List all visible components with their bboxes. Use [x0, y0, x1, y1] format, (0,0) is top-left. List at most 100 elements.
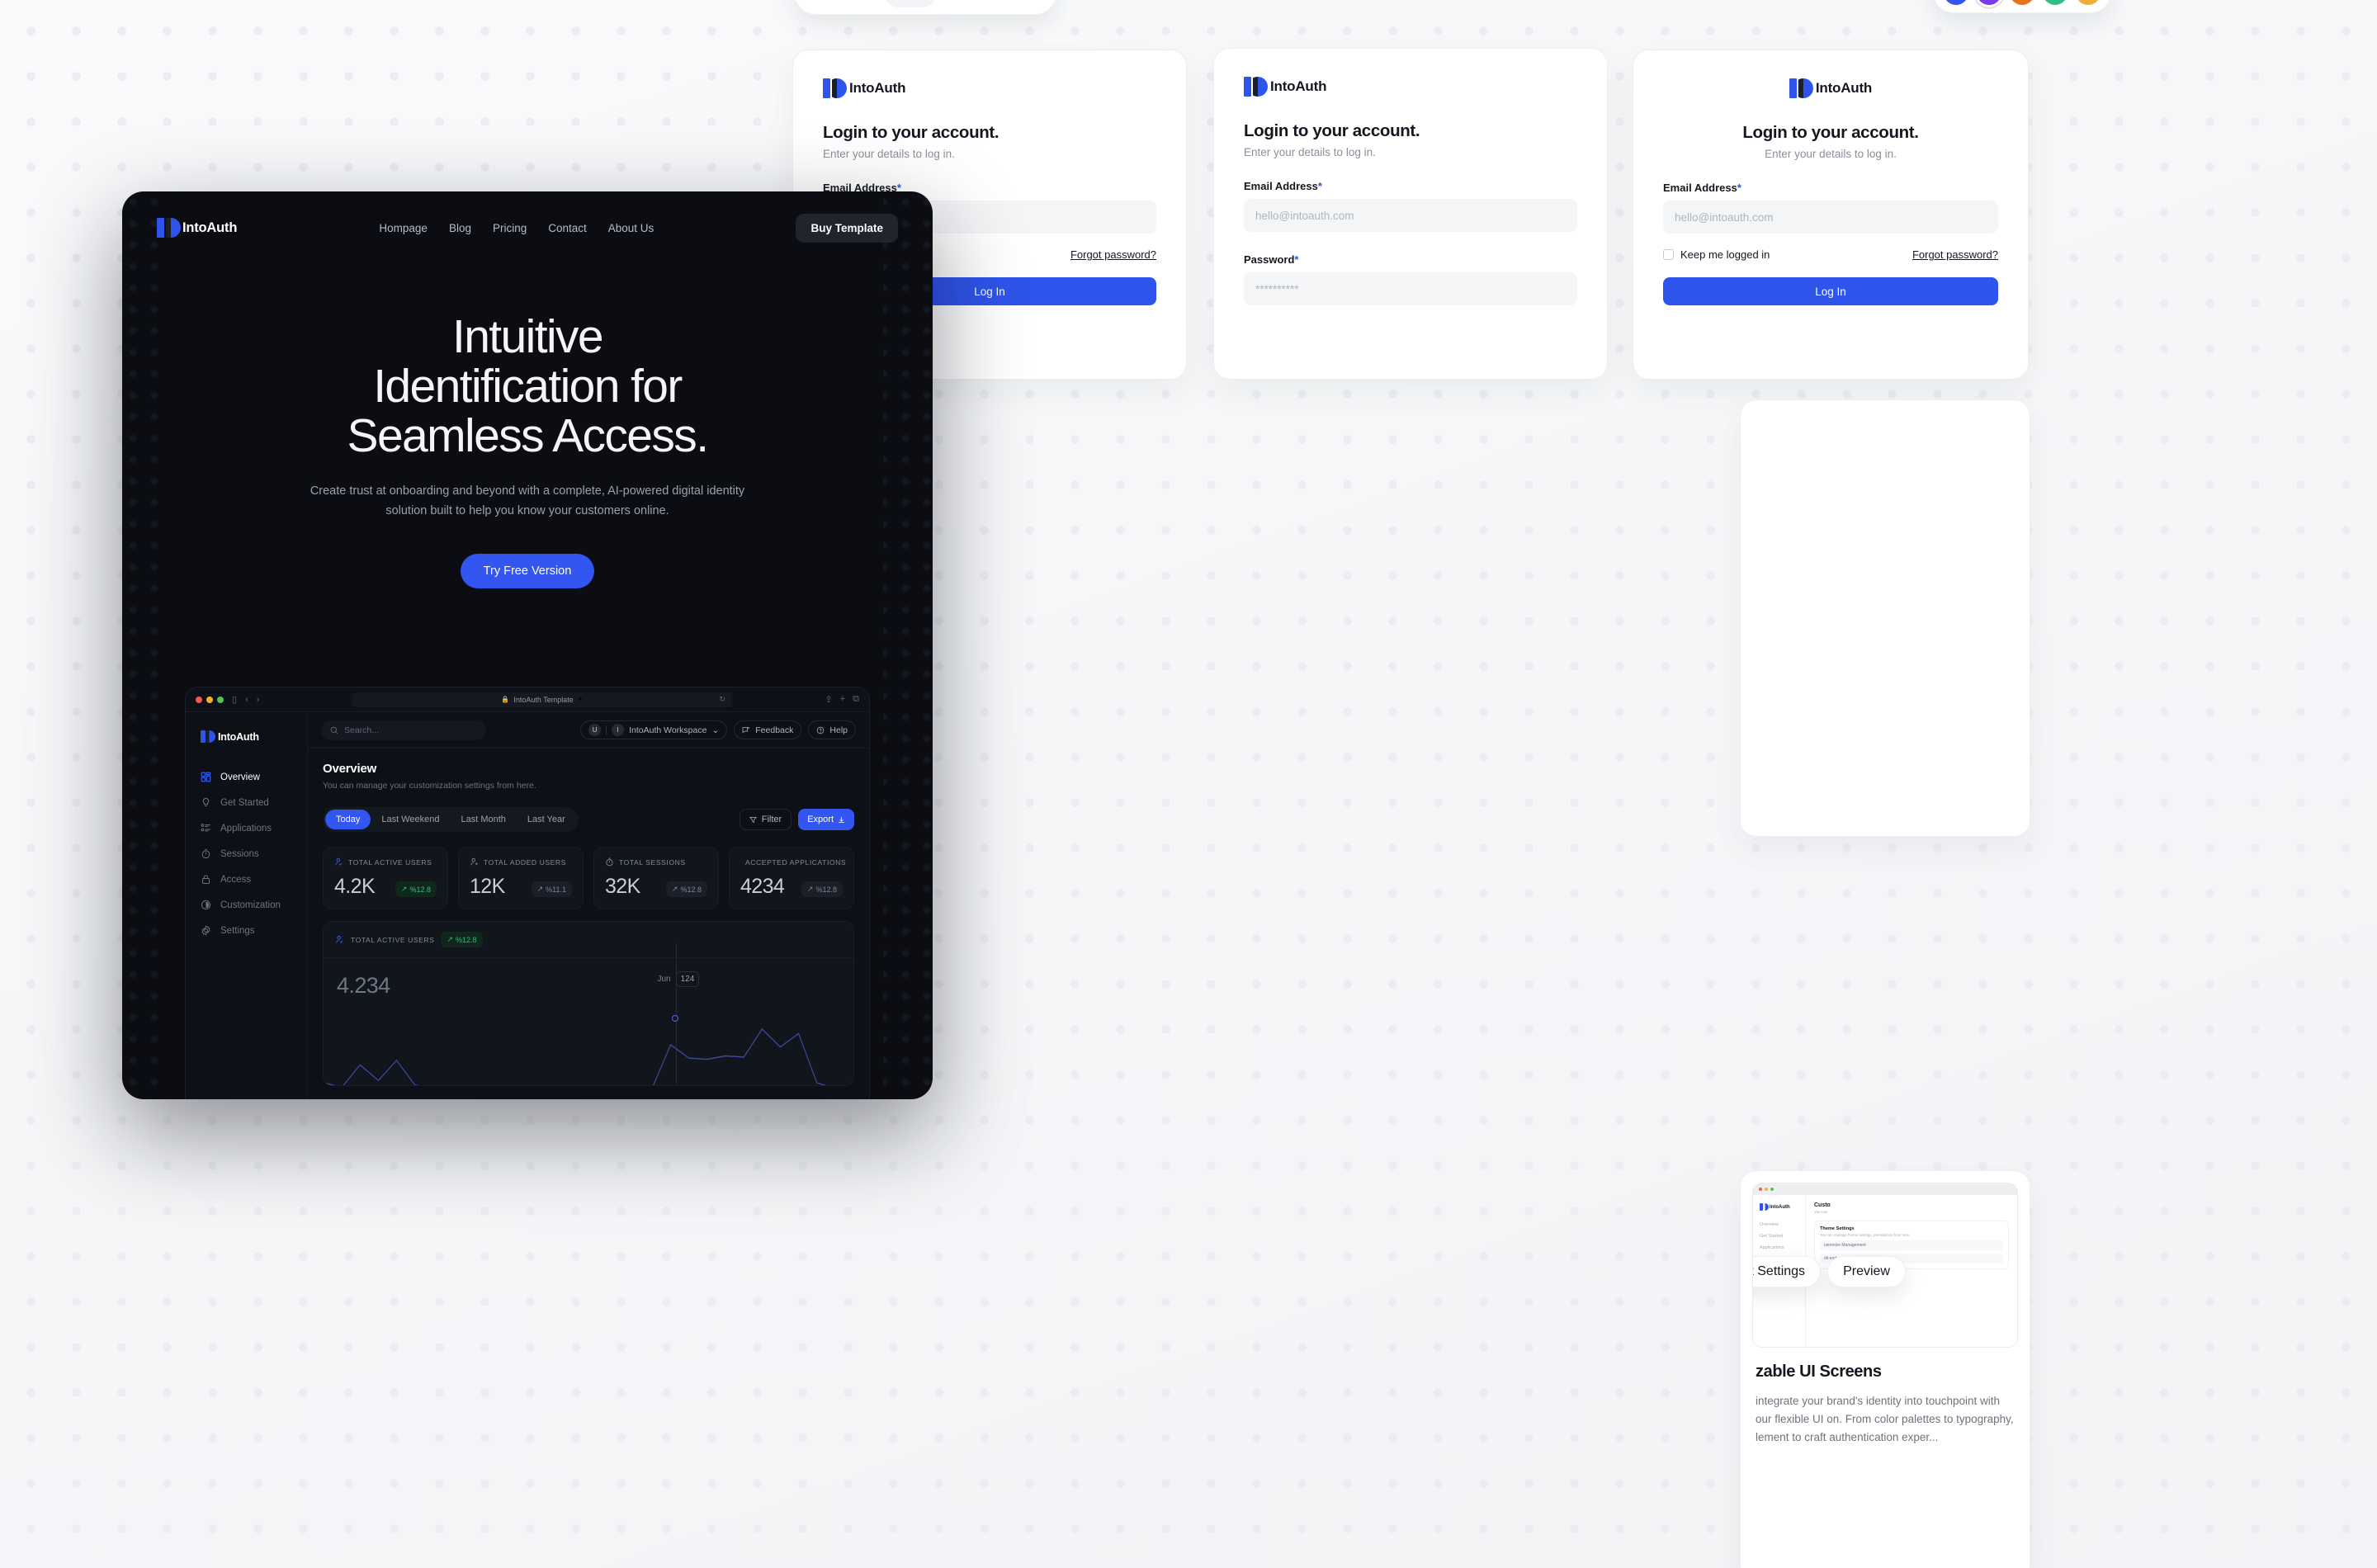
try-free-version-button[interactable]: Try Free Version [460, 554, 595, 589]
options-row: Keep me logged in Forgot password? [1663, 248, 1998, 261]
reload-icon[interactable]: ↻ [719, 695, 725, 704]
filter-icon [749, 816, 757, 823]
chart-tooltip: Jun 124 [657, 971, 700, 987]
feature-card-ui-screens: IntoAuth Overview Get Started Applicatio… [1740, 1170, 2030, 1568]
checkbox-box[interactable] [1663, 249, 1674, 260]
forward-icon[interactable]: › [257, 695, 260, 705]
tab-last-month[interactable]: Last Month [450, 810, 516, 829]
password-input[interactable]: ********** [1244, 272, 1577, 305]
sidebar-item-label: Customization [220, 900, 281, 910]
list-icon [201, 824, 210, 832]
tab-today[interactable]: Today [325, 810, 371, 829]
sidebar-item-settings[interactable]: Settings [186, 918, 307, 943]
sidebar-item-sessions[interactable]: Sessions [186, 841, 307, 867]
mini-panel-title: Theme Settings [1820, 1226, 1855, 1231]
filter-button[interactable]: Filter [739, 809, 792, 830]
lock-icon: 🔒 [501, 696, 510, 703]
font-option-overpass[interactable]: Overpass [803, 0, 881, 7]
card-title: Login to your account. [823, 123, 999, 142]
export-button[interactable]: Export [798, 809, 854, 830]
range-tabs: Today Last Weekend Last Month Last Year [323, 807, 579, 832]
email-label: Email Address* [1244, 180, 1322, 192]
mini-nav-overview[interactable]: Overview [1753, 1219, 1805, 1230]
reset-settings-button[interactable]: Reset Settings [1753, 1256, 1822, 1287]
password-label: Password* [1244, 253, 1299, 266]
keep-logged-checkbox[interactable]: Keep me logged in [1663, 248, 1770, 261]
forgot-password-link[interactable]: Forgot password? [1070, 248, 1156, 261]
search-input[interactable]: Search... [321, 720, 486, 740]
stat-header: TOTAL ACTIVE USERS [334, 857, 437, 867]
color-swatch-blue[interactable] [1944, 0, 1968, 5]
font-option-inter[interactable]: Inter [885, 0, 937, 7]
help-label: Help [829, 725, 848, 735]
filter-label: Filter [761, 815, 782, 824]
font-switcher[interactable]: Overpass Inter Playfair Display [794, 0, 1056, 15]
stat-delta-badge: ↗ %12.8 [395, 881, 437, 897]
sidebar-item-applications[interactable]: Applications [186, 815, 307, 841]
sidebar-item-get-started[interactable]: Get Started [186, 790, 307, 815]
brand-name: IntoAuth [1815, 80, 1873, 96]
search-placeholder: Search... [344, 725, 380, 735]
sidebar-item-overview[interactable]: Overview [186, 764, 307, 790]
browser-window-mock: ▯ ‹ › 🔒 IntoAuth Template ✦ ↻ ⇪ + ⧉ Into… [185, 687, 870, 1099]
login-card-centered: IntoAuth Login to your account. Enter yo… [1633, 50, 2029, 380]
sidebar-item-label: Settings [220, 925, 255, 936]
back-icon[interactable]: ‹ [245, 695, 248, 705]
stat-value: 4234 [740, 875, 785, 898]
help-button[interactable]: Help [808, 720, 856, 739]
mini-nav-applications[interactable]: Applications [1753, 1242, 1805, 1254]
sidebar-item-access[interactable]: Access [186, 867, 307, 892]
window-traffic-lights[interactable] [196, 696, 224, 703]
nav-link-hompage[interactable]: Hompage [379, 222, 428, 234]
mini-panel-row: ustomize Management [1820, 1240, 2003, 1250]
workspace-selector[interactable]: U I IntoAuth Workspace ⌄ [580, 720, 728, 739]
font-option-playfair-display[interactable]: Playfair Display [939, 0, 1047, 7]
intoauth-logo-icon [823, 78, 847, 98]
dashboard-topbar-actions: U I IntoAuth Workspace ⌄ Feedback Help [580, 720, 856, 739]
nav-link-blog[interactable]: Blog [449, 222, 471, 234]
tab-last-year[interactable]: Last Year [517, 810, 576, 829]
workspace-name: IntoAuth Workspace [629, 725, 707, 735]
color-swatch-green[interactable] [2043, 0, 2067, 5]
color-switcher[interactable] [1933, 0, 2111, 13]
browser-address-bar[interactable]: 🔒 IntoAuth Template ✦ ↻ [352, 692, 732, 707]
new-tab-icon[interactable]: + [840, 694, 845, 705]
sidebar-toggle-icon[interactable]: ▯ [232, 694, 237, 705]
buy-template-button[interactable]: Buy Template [796, 213, 898, 243]
login-button[interactable]: Log In [1663, 277, 1998, 305]
sidebar-item-label: Overview [220, 772, 260, 782]
color-swatch-orange[interactable] [2010, 0, 2034, 5]
avatar-org: I [612, 724, 625, 736]
stat-header: ACCEPTED APPLICATIONS [740, 857, 846, 867]
dashboard-brand[interactable]: IntoAuth [186, 730, 307, 743]
intoauth-logo-icon [201, 730, 215, 743]
email-input[interactable]: hello@intoauth.com [1663, 201, 1998, 234]
feedback-button[interactable]: Feedback [734, 720, 802, 739]
nav-link-contact[interactable]: Contact [548, 222, 587, 234]
color-swatch-purple[interactable] [1977, 0, 2001, 5]
tab-last-weekend[interactable]: Last Weekend [371, 810, 450, 829]
mini-nav-get-started[interactable]: Get Started [1753, 1230, 1805, 1242]
nav-link-pricing[interactable]: Pricing [493, 222, 527, 234]
tabs-icon[interactable]: ⧉ [853, 694, 859, 705]
stat-card-total-sessions: TOTAL SESSIONS 32K ↗ %12.8 [593, 847, 719, 909]
share-icon[interactable]: ⇪ [825, 694, 832, 705]
stat-body: 12K ↗ %11.1 [470, 876, 572, 897]
nav-link-about-us[interactable]: About Us [608, 222, 655, 234]
avatar-user: U [588, 724, 602, 736]
stat-card-total-added-users: TOTAL ADDED USERS 12K ↗ %11.1 [458, 847, 584, 909]
sidebar-item-label: Get Started [220, 797, 269, 808]
hero-brand[interactable]: IntoAuth [157, 218, 237, 238]
sidebar-item-customization[interactable]: Customization [186, 892, 307, 918]
trend-up-icon: ↗ [806, 885, 814, 893]
forgot-password-link[interactable]: Forgot password? [1912, 248, 1998, 261]
preview-button[interactable]: Preview [1827, 1256, 1906, 1287]
download-icon [839, 816, 844, 823]
color-swatch-amber[interactable] [2076, 0, 2101, 5]
card-brand: IntoAuth [1663, 78, 1998, 98]
email-input[interactable]: hello@intoauth.com [1244, 199, 1577, 232]
email-label: Email Address* [1663, 182, 1741, 194]
mini-panel-subtitle: You can manage theme settings, permissio… [1820, 1233, 1911, 1237]
hero-content: IntoAuth Hompage Blog Pricing Contact Ab… [122, 191, 933, 589]
mini-brand: IntoAuth [1753, 1203, 1805, 1211]
